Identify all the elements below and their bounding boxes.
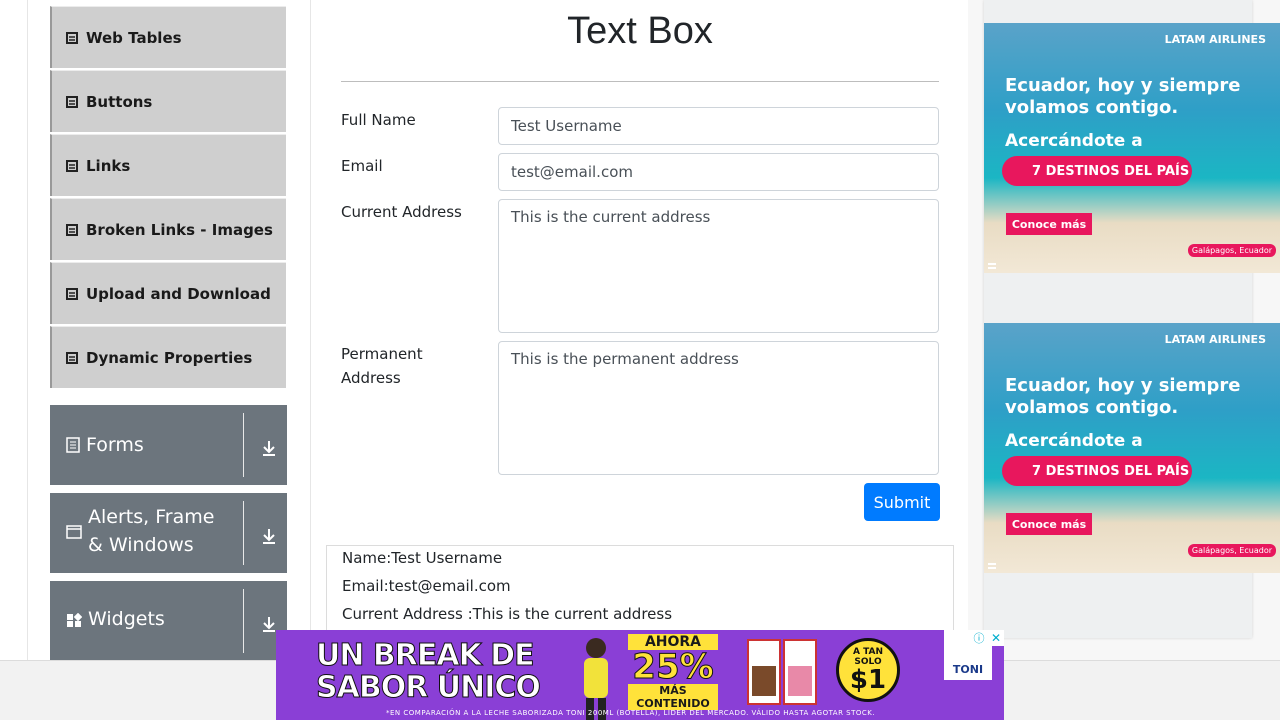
permanent-address-label: Permanent Address xyxy=(341,345,423,387)
ad-subhead: Acercándote a xyxy=(1005,131,1143,151)
banner-promo-big: 25% xyxy=(632,647,714,687)
left-gutter xyxy=(0,0,28,660)
ad-brand: LATAM AIRLINES xyxy=(1164,333,1266,346)
side-ad-1[interactable]: LATAM AIRLINES Ecuador, hoy y siempre vo… xyxy=(984,23,1280,273)
group-title: Alerts, Frame & Windows xyxy=(66,506,228,573)
list-icon xyxy=(66,223,78,236)
sidebar-item-links[interactable]: Links xyxy=(50,134,286,196)
email-input[interactable] xyxy=(498,153,939,191)
banner-price-badge: A TAN SOLO $1 xyxy=(836,638,900,702)
group-title: Widgets xyxy=(66,605,165,661)
page: Web Tables Buttons Links Broken Links - … xyxy=(0,0,1280,720)
banner-promo-bottom: MÁS CONTENIDO xyxy=(628,684,718,710)
sidebar-item-web-tables[interactable]: Web Tables xyxy=(50,6,286,68)
sidebar-item-label: Links xyxy=(86,156,131,175)
ad-headline: Ecuador, hoy y siempre volamos contigo. xyxy=(1005,75,1241,118)
window-icon xyxy=(66,525,82,539)
sidebar-item-dynamic-properties[interactable]: Dynamic Properties xyxy=(50,326,286,388)
widgets-icon xyxy=(67,613,82,627)
full-name-input[interactable] xyxy=(498,107,939,145)
current-address-textarea[interactable]: This is the current address xyxy=(498,199,939,333)
list-icon xyxy=(66,159,78,172)
divider xyxy=(243,501,244,565)
ad-cta-button[interactable]: Conoce más xyxy=(1006,213,1092,235)
group-title: Forms xyxy=(66,405,144,485)
divider xyxy=(243,589,244,653)
permanent-address-textarea[interactable]: This is the permanent address xyxy=(498,341,939,475)
ad-menu-icon[interactable] xyxy=(988,263,996,269)
group-label: Forms xyxy=(86,434,144,456)
email-label: Email xyxy=(341,157,383,175)
banner-footnote: *EN COMPARACIÓN A LA LECHE SABORIZADA TO… xyxy=(386,709,876,717)
page-title: Text Box xyxy=(567,10,713,52)
list-icon xyxy=(66,31,78,44)
content-separator xyxy=(310,0,311,660)
download-arrow-icon[interactable] xyxy=(260,527,278,545)
sidebar-item-label: Upload and Download xyxy=(86,284,271,303)
ad-cta-button[interactable]: Conoce más xyxy=(1006,513,1092,535)
list-icon xyxy=(66,351,78,364)
sidebar-item-buttons[interactable]: Buttons xyxy=(50,70,286,132)
side-ad-2[interactable]: LATAM AIRLINES Ecuador, hoy y siempre vo… xyxy=(984,323,1280,573)
sidebar-group-forms[interactable]: Forms xyxy=(50,405,287,485)
banner-headline: UN BREAK DE SABOR ÚNICO xyxy=(316,638,542,705)
banner-promo: AHORA 25% MÁS CONTENIDO xyxy=(628,634,718,710)
ad-pill: 7 DESTINOS DEL PAÍS xyxy=(1002,156,1192,186)
banner-price-top: A TAN SOLO xyxy=(852,647,884,667)
output-name: Name:Test Username xyxy=(342,549,503,567)
title-divider xyxy=(341,81,939,82)
sidebar-item-label: Dynamic Properties xyxy=(86,348,253,367)
sidebar-item-label: Web Tables xyxy=(86,28,182,47)
bottom-banner-ad[interactable]: UN BREAK DE SABOR ÚNICO AHORA 25% MÁS CO… xyxy=(276,630,1004,720)
ad-brand: LATAM AIRLINES xyxy=(1164,33,1266,46)
sidebar-item-label: Broken Links - Images xyxy=(86,220,273,239)
sidebar-item-label: Buttons xyxy=(86,92,153,111)
ad-pill-text: 7 DESTINOS DEL PAÍS xyxy=(1032,463,1190,479)
divider xyxy=(243,413,244,477)
sidebar-item-upload-download[interactable]: Upload and Download xyxy=(50,262,286,324)
ad-headline: Ecuador, hoy y siempre volamos contigo. xyxy=(1005,375,1241,418)
banner-product-cartons xyxy=(747,639,817,705)
current-address-label: Current Address xyxy=(341,203,462,221)
ad-location: Galápagos, Ecuador xyxy=(1187,244,1276,257)
output-current-address: Current Address :This is the current add… xyxy=(342,605,673,623)
group-label: Alerts, Frame & Windows xyxy=(88,506,215,556)
banner-price: $1 xyxy=(849,665,887,695)
ad-subhead: Acercándote a xyxy=(1005,431,1143,451)
ad-pill: 7 DESTINOS DEL PAÍS xyxy=(1002,456,1192,486)
ad-location: Galápagos, Ecuador xyxy=(1187,544,1276,557)
form-icon xyxy=(66,437,80,453)
ad-menu-icon[interactable] xyxy=(988,563,996,569)
ad-info-icon[interactable]: ⓘ xyxy=(972,630,986,645)
ad-pill-text: 7 DESTINOS DEL PAÍS xyxy=(1032,163,1190,179)
sidebar-group-alerts[interactable]: Alerts, Frame & Windows xyxy=(50,493,287,573)
sidebar-group-widgets[interactable]: Widgets xyxy=(50,581,287,661)
banner-person-image xyxy=(584,638,608,720)
sidebar-item-broken-links[interactable]: Broken Links - Images xyxy=(50,198,286,260)
output-email: Email:test@email.com xyxy=(342,577,511,595)
close-icon[interactable]: ✕ xyxy=(988,630,1004,646)
group-label: Widgets xyxy=(88,608,165,630)
list-icon xyxy=(66,95,78,108)
submit-button[interactable]: Submit xyxy=(864,483,940,521)
full-name-label: Full Name xyxy=(341,111,416,129)
list-icon xyxy=(66,287,78,300)
download-arrow-icon[interactable] xyxy=(260,439,278,457)
